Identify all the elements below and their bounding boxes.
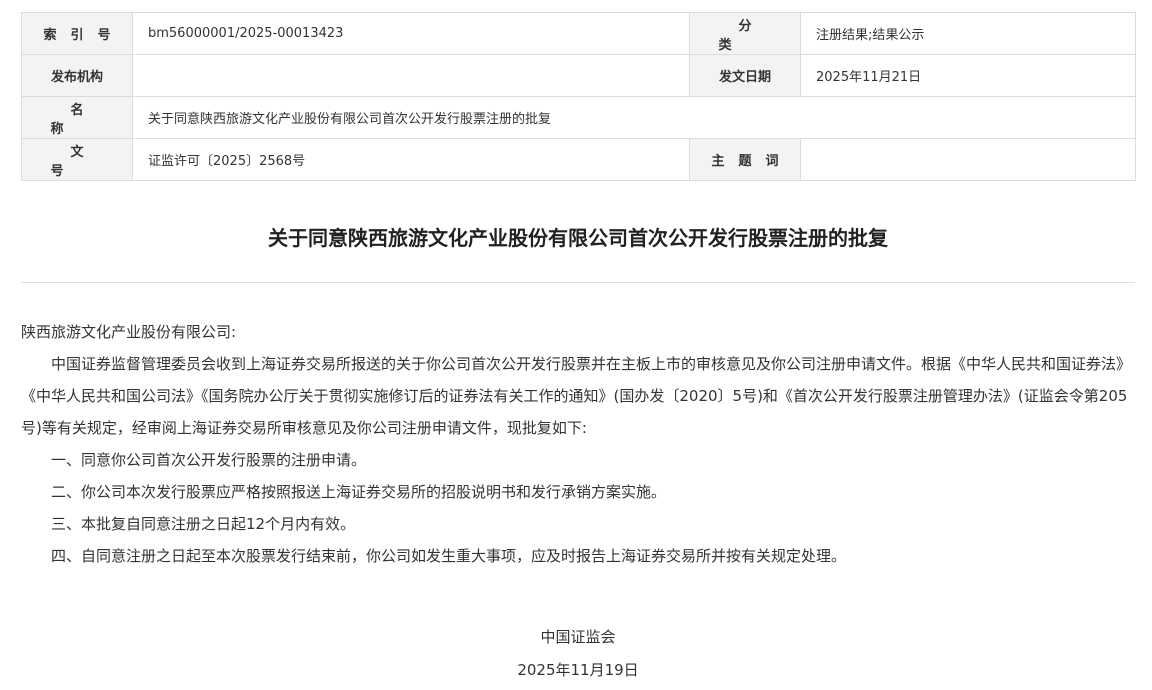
category-label: 分类 — [689, 12, 801, 55]
meta-row-name: 名称 关于同意陕西旅游文化产业股份有限公司首次公开发行股票注册的批复 — [21, 96, 1136, 139]
document-body: 陕西旅游文化产业股份有限公司: 中国证券监督管理委员会收到上海证券交易所报送的关… — [21, 316, 1135, 572]
meta-row-docno: 文号 证监许可〔2025〕2568号 主题词 — [21, 138, 1136, 181]
docno-value: 证监许可〔2025〕2568号 — [132, 138, 690, 181]
meta-row-publisher: 发布机构 发文日期 2025年11月21日 — [21, 54, 1136, 97]
name-value: 关于同意陕西旅游文化产业股份有限公司首次公开发行股票注册的批复 — [132, 96, 1136, 139]
subject-value — [800, 138, 1136, 181]
list-item: 一、同意你公司首次公开发行股票的注册申请。 — [51, 451, 367, 469]
body-paragraph: 中国证券监督管理委员会收到上海证券交易所报送的关于你公司首次公开发行股票并在主板… — [21, 355, 1132, 437]
sign-date: 2025年11月19日 — [517, 661, 639, 679]
publisher-label: 发布机构 — [21, 54, 133, 97]
category-value: 注册结果;结果公示 — [800, 12, 1136, 55]
date-label: 发文日期 — [689, 54, 801, 97]
docno-label: 文号 — [21, 138, 133, 181]
list-item: 三、本批复自同意注册之日起12个月内有效。 — [51, 515, 356, 533]
name-label: 名称 — [21, 96, 133, 139]
document-metadata-table: 索引号 bm56000001/2025-00013423 分类 注册结果;结果公… — [21, 12, 1136, 181]
document-title: 关于同意陕西旅游文化产业股份有限公司首次公开发行股票注册的批复 — [268, 226, 888, 250]
list-item: 二、你公司本次发行股票应严格按照报送上海证券交易所的招股说明书和发行承销方案实施… — [51, 483, 667, 501]
title-divider — [21, 282, 1135, 283]
addressee: 陕西旅游文化产业股份有限公司: — [21, 323, 237, 341]
meta-row-index: 索引号 bm56000001/2025-00013423 分类 注册结果;结果公… — [21, 12, 1136, 55]
index-value: bm56000001/2025-00013423 — [132, 12, 690, 55]
publisher-value — [132, 54, 690, 97]
list-item: 四、自同意注册之日起至本次股票发行结束前，你公司如发生重大事项，应及时报告上海证… — [51, 547, 847, 565]
date-value: 2025年11月21日 — [800, 54, 1136, 97]
subject-label: 主题词 — [689, 138, 801, 181]
signature: 中国证监会 — [540, 628, 616, 646]
index-label: 索引号 — [21, 12, 133, 55]
